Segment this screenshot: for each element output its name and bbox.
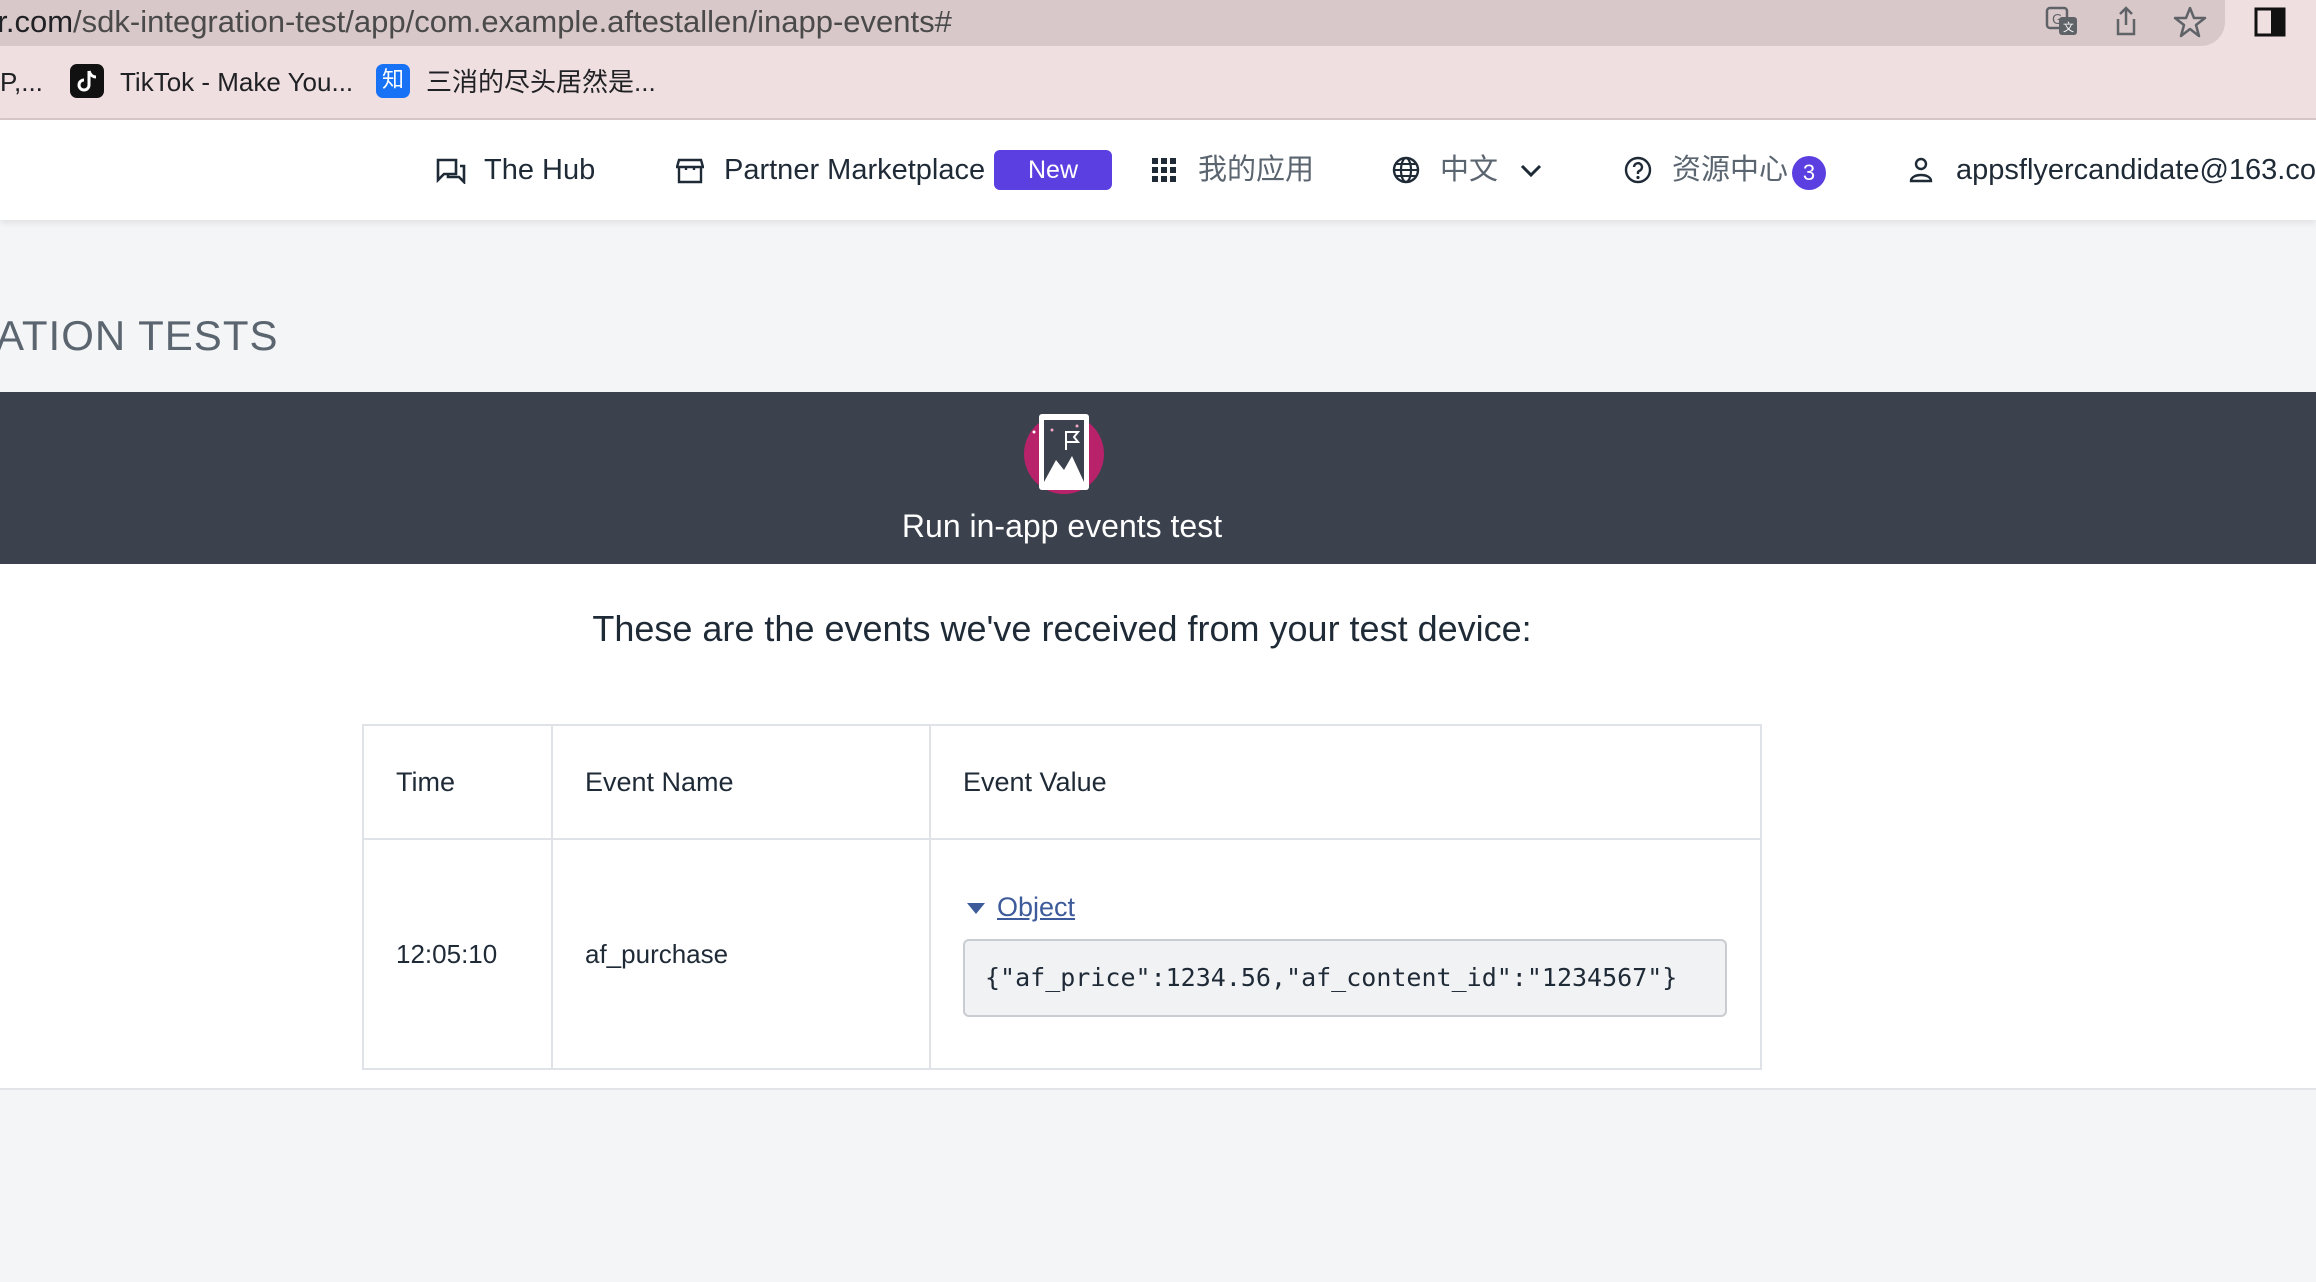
browser-address-bar: er.com/sdk-integration-test/app/com.exam… (0, 0, 2316, 48)
event-name: af_purchase (551, 838, 931, 1070)
object-link[interactable]: Object (997, 892, 1075, 922)
nav-resource-center[interactable]: 资源中心 (1624, 146, 1788, 194)
chevron-down-icon (1520, 164, 1542, 178)
column-header-event-value: Event Value (929, 724, 1762, 840)
nav-my-apps[interactable]: 我的应用 (1152, 146, 1314, 194)
svg-text:文: 文 (2063, 20, 2074, 34)
events-table: Time Event Name Event Value 12:05:10 af_… (362, 724, 1762, 1070)
store-icon (676, 158, 704, 184)
bookmarks-bar: P,... TikTok - Make You... 知 三消的尽头居然是... (0, 48, 2316, 120)
share-icon[interactable] (2108, 4, 2144, 40)
page-title: ATION TESTS (0, 312, 279, 359)
events-heading: These are the events we've received from… (592, 608, 1532, 649)
bookmark-star-icon[interactable] (2172, 4, 2208, 40)
column-header-time: Time (362, 724, 553, 840)
bookmark-item[interactable]: P,... (0, 62, 43, 102)
event-value-cell: Object {"af_price":1234.56,"af_content_i… (929, 838, 1762, 1070)
zhihu-icon: 知 (376, 64, 410, 98)
chat-icon (436, 158, 466, 184)
event-value-json: {"af_price":1234.56,"af_content_id":"123… (963, 938, 1727, 1017)
banner-title: Run in-app events test (901, 508, 1223, 544)
caret-down-icon (967, 903, 985, 915)
side-panel-icon[interactable] (2252, 4, 2288, 40)
translate-icon[interactable]: G 文 (2044, 4, 2080, 40)
nav-the-hub[interactable]: The Hub (436, 146, 616, 194)
new-badge: New (994, 150, 1112, 190)
help-circle-icon (1624, 156, 1652, 184)
url-field[interactable]: er.com/sdk-integration-test/app/com.exam… (0, 0, 2225, 46)
url-text: er.com/sdk-integration-test/app/com.exam… (0, 4, 952, 39)
tiktok-icon (70, 64, 104, 98)
bookmark-item-zhihu[interactable]: 三消的尽头居然是... (426, 62, 656, 102)
user-icon (1909, 157, 1933, 183)
account-menu[interactable]: appsflyercandidate@163.com (1908, 146, 2316, 194)
bookmark-item-tiktok[interactable]: TikTok - Make You... (120, 62, 353, 102)
event-test-illustration-icon (1024, 414, 1104, 494)
column-header-event-name: Event Name (551, 724, 931, 840)
nav-partner-marketplace[interactable]: Partner Marketplace (676, 146, 986, 194)
notification-count-badge: 3 (1792, 156, 1826, 190)
app-header: The Hub Partner Marketplace New 我的应用 中文 (0, 120, 2316, 220)
table-row: 12:05:10 af_purchase Object {"af_price":… (362, 838, 1762, 1070)
language-selector[interactable]: 中文 (1392, 146, 1542, 194)
globe-icon (1392, 156, 1420, 184)
table-header-row: Time Event Name Event Value (362, 724, 1762, 840)
object-toggle[interactable]: Object (963, 892, 1760, 923)
event-time: 12:05:10 (362, 838, 553, 1070)
apps-grid-icon (1152, 158, 1176, 182)
